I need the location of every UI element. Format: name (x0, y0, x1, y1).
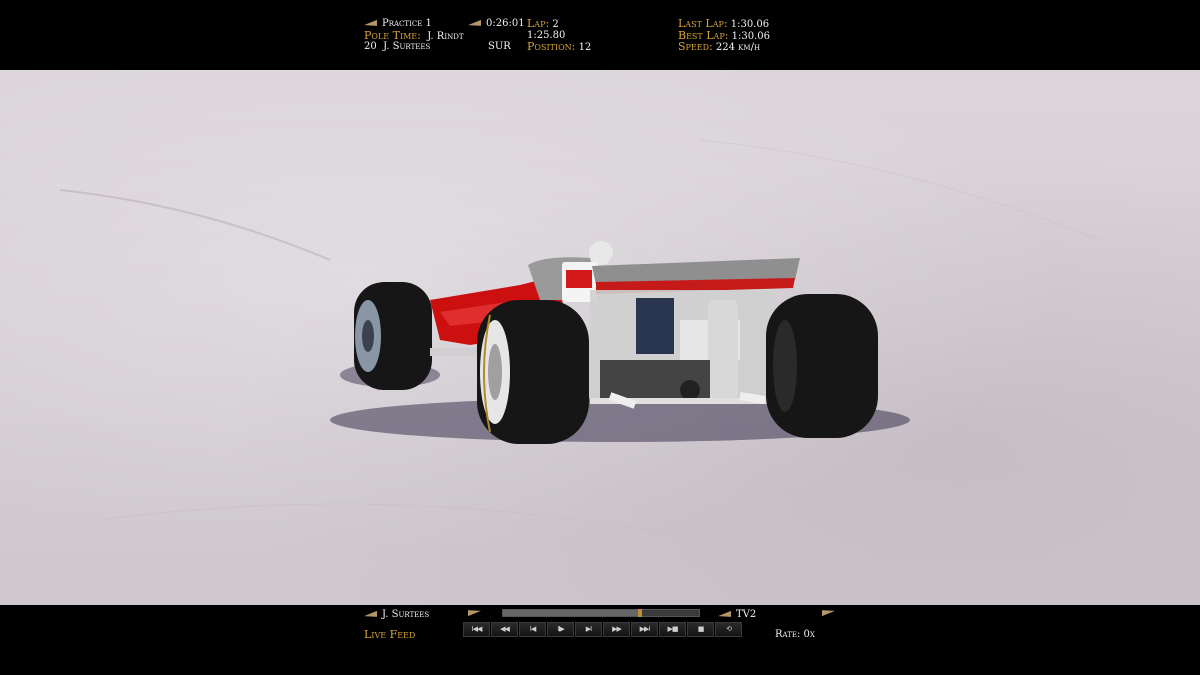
track-view (0, 70, 1200, 605)
skip-start-button[interactable]: I◀◀ (463, 622, 490, 637)
replay-driver: J. Surtees (364, 609, 429, 620)
session-time-arrow-icon[interactable] (468, 19, 481, 28)
session-time: 0:26:01 (468, 18, 525, 29)
speed: Speed: 224 km/h (678, 40, 761, 53)
session-name: Practice 1 (364, 18, 432, 29)
session-arrow-icon[interactable] (364, 19, 377, 28)
replay-progress-fill (503, 610, 641, 616)
step-back-button[interactable]: I◀ (519, 622, 546, 637)
rear-right-wheel (766, 294, 878, 438)
play-pause-button[interactable]: II▶ (547, 622, 574, 637)
camera-prev-arrow-icon[interactable] (718, 610, 731, 619)
top-hud-bar (0, 0, 1200, 70)
rewind-button[interactable]: ◀◀ (491, 622, 518, 637)
camera-select: TV2 (718, 609, 756, 620)
play-stop-button[interactable]: ▶■ (659, 622, 686, 637)
replay-progress-bar[interactable] (502, 609, 700, 617)
fast-forward-button[interactable]: ▶▶ (603, 622, 630, 637)
feed-label: Live Feed (364, 628, 416, 641)
stop-button[interactable]: ■ (687, 622, 714, 637)
loop-button[interactable]: ⟲ (715, 622, 742, 637)
front-left-wheel (354, 282, 432, 390)
lap-counter: Lap: 2 (527, 17, 559, 30)
race-car-scene (59, 139, 1101, 541)
driver-prev-arrow-icon[interactable] (364, 610, 377, 619)
position: Position: 12 (527, 40, 592, 53)
rate-display: Rate: 0x (775, 629, 815, 640)
step-forward-button[interactable]: ▶I (575, 622, 602, 637)
driver-row: 20 J. Surtees (364, 41, 431, 52)
skip-end-button[interactable]: ▶▶I (631, 622, 658, 637)
rear-left-wheel (477, 300, 589, 444)
driver-code: SUR (488, 41, 511, 52)
replay-progress-knob[interactable] (638, 609, 643, 617)
race-car (330, 232, 910, 444)
